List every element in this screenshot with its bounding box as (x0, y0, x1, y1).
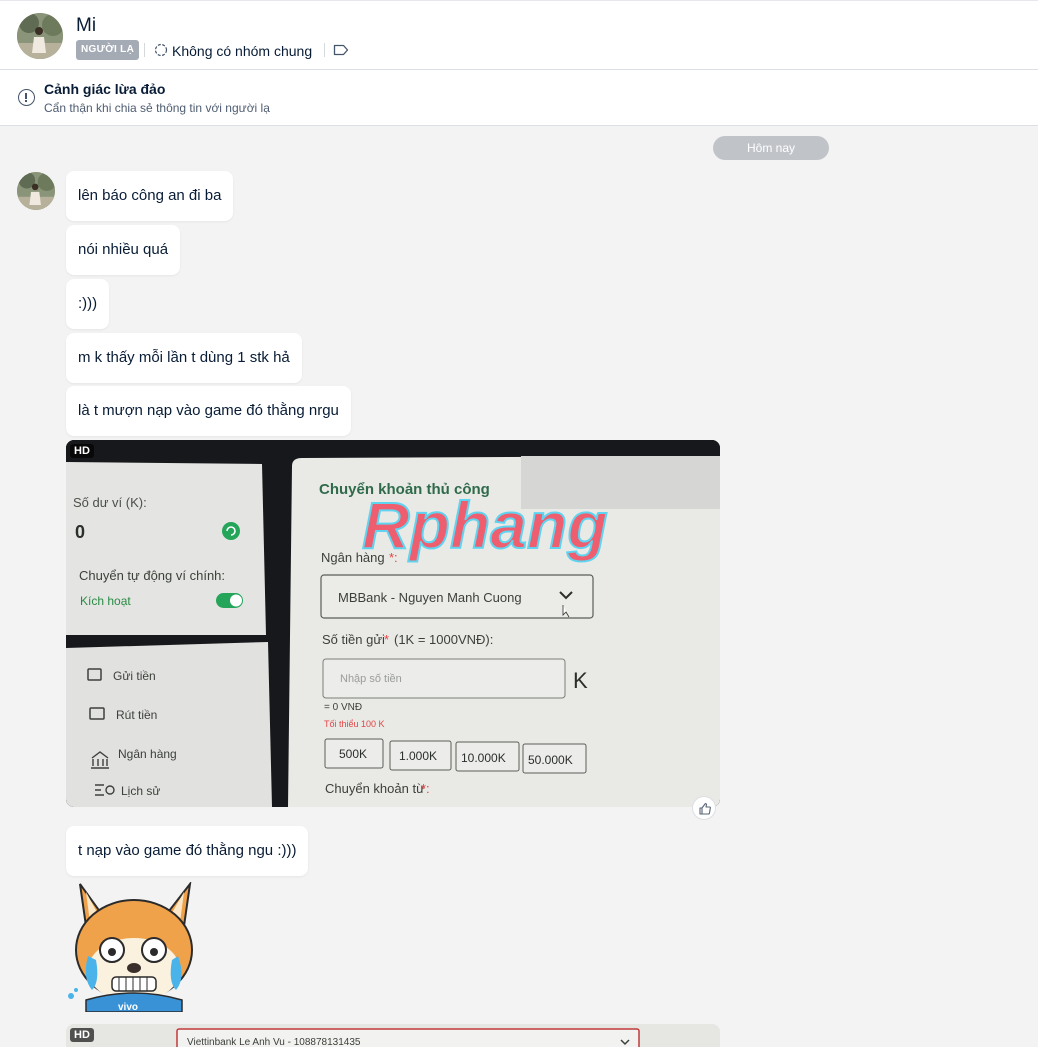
message-bubble[interactable]: là t mượn nạp vào game đó thằng nrgu (66, 386, 351, 436)
balance-value: 0 (75, 522, 85, 542)
amount-placeholder: Nhập số tiền (340, 673, 402, 685)
bank-label: Ngân hàng (321, 550, 385, 565)
message-bubble[interactable]: :))) (66, 279, 110, 329)
quick-amount: 1.000K (399, 749, 437, 763)
balance-label: Số dư ví (K): (73, 495, 147, 510)
quick-amount: 50.000K (528, 753, 573, 767)
transfer-from-label: Chuyển khoản từ (325, 781, 425, 796)
warning-icon (18, 89, 35, 106)
chat-header: Mi NGƯỜI LẠ Không có nhóm chung (0, 0, 1038, 70)
svg-text:*:: *: (421, 781, 430, 796)
menu-deposit: Gửi tiền (113, 669, 156, 683)
date-divider: Hôm nay (713, 136, 829, 160)
crying-fox-sticker[interactable]: vivo (66, 880, 198, 1013)
quick-amount: 500K (339, 747, 367, 761)
contact-name: Mi (76, 15, 97, 36)
svg-text:*: * (384, 632, 389, 647)
warning-subtitle: Cẩn thận khi chia sẻ thông tin với người… (44, 101, 270, 115)
common-groups-icon (154, 43, 168, 57)
divider (324, 43, 325, 57)
payment-screenshot: Số dư ví (K): 0 Chuyển tự động ví chính:… (66, 440, 720, 807)
scam-warning-banner: Cảnh giác lừa đảo Cẩn thận khi chia sẻ t… (0, 70, 1038, 126)
bank-account-text: Viettinbank Le Anh Vu - 108878131435 (187, 1037, 361, 1047)
minimum-note: Tối thiểu 100 K (324, 719, 385, 729)
hd-badge: HD (70, 444, 94, 458)
warning-title: Cảnh giác lừa đảo (44, 81, 166, 97)
svg-text:*:: *: (389, 550, 398, 565)
message-bubble[interactable]: nói nhiều quá (66, 225, 181, 275)
watermark: Rphang (362, 488, 608, 562)
menu-withdraw: Rút tiền (116, 708, 157, 722)
sender-avatar[interactable] (17, 172, 55, 210)
converted-amount: = 0 VNĐ (324, 702, 362, 713)
tag-icon[interactable] (333, 44, 349, 56)
bank-select-value: MBBank - Nguyen Manh Cuong (338, 590, 522, 605)
photo-message[interactable]: Viettinbank Le Anh Vu - 108878131435 HD (66, 1024, 720, 1047)
message-bubble[interactable]: m k thấy mỗi lần t dùng 1 stk hả (66, 333, 302, 383)
contact-avatar[interactable] (17, 13, 63, 59)
message-bubble[interactable]: t nạp vào game đó thằng ngu :))) (66, 826, 309, 876)
sticker-shirt-text: vivo (118, 1002, 138, 1012)
divider (144, 43, 145, 57)
menu-bank: Ngân hàng (118, 747, 177, 761)
like-button[interactable] (692, 796, 716, 820)
auto-transfer-label: Chuyển tự động ví chính: (79, 568, 225, 583)
quick-amount: 10.000K (461, 751, 506, 765)
amount-unit: K (573, 668, 588, 693)
thumbs-up-icon (699, 803, 711, 815)
amount-rate: (1K = 1000VNĐ): (394, 632, 493, 647)
common-groups-text[interactable]: Không có nhóm chung (172, 43, 312, 59)
menu-history: Lịch sử (121, 784, 160, 798)
amount-label: Số tiền gửi (322, 632, 385, 647)
hd-badge: HD (70, 1028, 94, 1042)
stranger-badge: NGƯỜI LẠ (76, 40, 140, 60)
photo-message[interactable]: Số dư ví (K): 0 Chuyển tự động ví chính:… (66, 440, 720, 807)
message-bubble[interactable]: lên báo công an đi ba (66, 171, 234, 221)
activate-label: Kích hoạt (80, 594, 131, 608)
